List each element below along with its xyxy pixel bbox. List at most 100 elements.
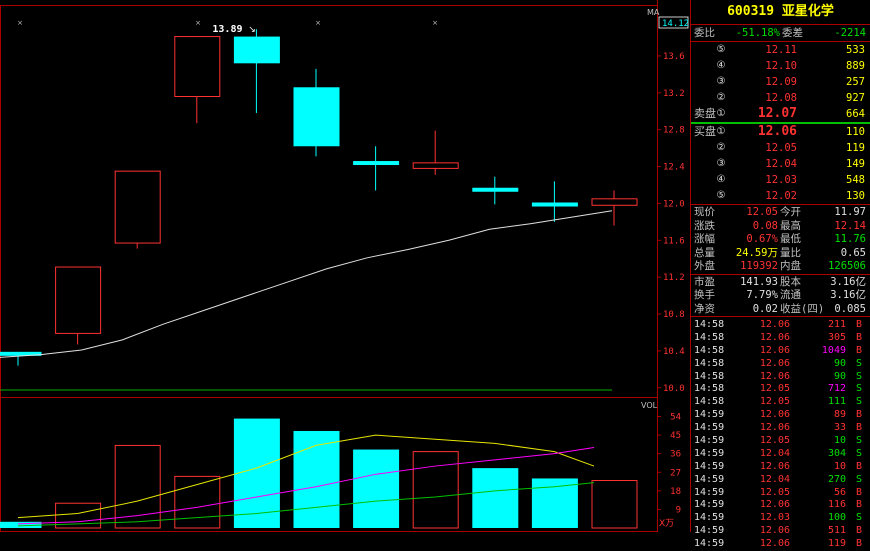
- fundamental-value: 0.02: [752, 302, 778, 315]
- trade-volume: 100: [827, 512, 846, 524]
- trade-side: S: [855, 435, 862, 447]
- trade-row: 14:59 12.06 33 B: [691, 422, 870, 435]
- candle-body: [55, 266, 102, 334]
- quote-label: 外盘: [694, 260, 715, 272]
- period-marker-icon: ×: [315, 19, 321, 27]
- quote-label: 今开: [780, 206, 801, 218]
- fundamentals-box: 市盈 141.93 股本 3.16亿 换手 7.79% 流通 3.16亿 净资 0.02 收益(四)…: [691, 275, 870, 317]
- candle-body: [293, 87, 340, 147]
- trade-volume: 111: [827, 396, 846, 408]
- quote-row: 总量 24.59万 量比 0.65: [691, 247, 870, 261]
- quote-value: 0.65: [840, 246, 866, 259]
- quote-value: 12.14: [834, 219, 866, 232]
- quote-label: 内盘: [780, 260, 801, 272]
- vol-label: VOL: [641, 401, 658, 410]
- buy-level-index: ③: [716, 158, 726, 169]
- volume-bar: [353, 449, 400, 528]
- trade-side: B: [855, 499, 862, 511]
- volume-bar: [531, 478, 578, 528]
- trade-time: 14:58: [694, 383, 725, 395]
- trade-time: 14:58: [694, 370, 725, 382]
- sell-level-index: ③: [716, 76, 726, 87]
- sell-level-row: 卖盘 ① 12.07 664: [691, 106, 870, 122]
- sell-level-index: ⑤: [716, 44, 726, 55]
- fundamental-label: 收益(四): [780, 302, 825, 315]
- sell-volume: 889: [846, 60, 865, 72]
- trade-row: 14:59 12.04 304 S: [691, 448, 870, 461]
- buy-volume: 119: [846, 142, 865, 154]
- candle-body: [114, 170, 161, 244]
- fundamental-label: 净资: [694, 302, 715, 315]
- quote-value: 126506: [828, 260, 866, 272]
- vol-tick-label: 45: [670, 431, 681, 441]
- weibi-row: 委比 -51.18% 委差 -2214: [691, 25, 870, 42]
- price-frame: [0, 5, 658, 398]
- sell-price: 12.08: [765, 92, 797, 104]
- vol-tick-label: 54: [670, 413, 681, 423]
- trade-side: B: [855, 422, 862, 434]
- period-marker-icon: ×: [17, 19, 23, 27]
- fundamental-row: 市盈 141.93 股本 3.16亿: [691, 276, 870, 290]
- volume-bar: [472, 468, 519, 528]
- trade-row: 14:59 12.06 89 B: [691, 409, 870, 422]
- quote-panel: 600319 亚星化学 委比 -51.18% 委差 -2214 ⑤ 12.11 53…: [690, 0, 870, 549]
- trade-price: 12.05: [759, 383, 790, 395]
- sell-side-label: 卖盘: [694, 107, 716, 120]
- period-marker-icon: ×: [195, 19, 201, 27]
- volume-bar: [591, 480, 638, 529]
- quote-label: 涨跌: [694, 219, 715, 232]
- price-tick-label: 12.8: [663, 126, 685, 136]
- sell-price: 12.07: [757, 106, 797, 121]
- trade-row: 14:59 12.05 10 S: [691, 435, 870, 448]
- ma-value: 14.12: [662, 19, 689, 29]
- fundamental-label: 换手: [694, 289, 715, 301]
- fundamental-label: 股本: [780, 275, 801, 288]
- trade-row: 14:58 12.05 111 S: [691, 396, 870, 409]
- trade-row: 14:58 12.06 211 B: [691, 319, 870, 332]
- trade-price: 12.06: [759, 319, 790, 330]
- trade-time: 14:59: [694, 447, 725, 459]
- trade-side: B: [855, 538, 862, 550]
- sell-level-index: ④: [716, 60, 726, 71]
- sell-level-row: ④ 12.10 889: [691, 58, 870, 74]
- quote-label: 量比: [780, 246, 801, 259]
- sell-level-index: ②: [716, 92, 726, 103]
- trade-row: 14:58 12.05 712 S: [691, 383, 870, 396]
- sell-price: 12.11: [765, 44, 797, 56]
- trade-price: 12.04: [759, 473, 790, 485]
- quote-label: 总量: [694, 246, 715, 259]
- buy-volume: 130: [846, 190, 865, 202]
- trade-row: 14:59 12.04 270 S: [691, 474, 870, 487]
- volume-bar: [412, 451, 459, 529]
- trade-volume: 270: [827, 473, 846, 485]
- ma-label: MA: [647, 8, 660, 17]
- trade-time: 14:59: [694, 512, 725, 524]
- buy-price: 12.05: [765, 142, 797, 154]
- trade-ticks[interactable]: 14:58 12.06 211 B 14:58 12.06 305 B 14:58 12.06 10…: [691, 317, 870, 551]
- quote-value: 24.59万: [735, 246, 778, 259]
- trade-volume: 211: [827, 319, 846, 330]
- candle-body: [412, 162, 459, 169]
- kline-chart[interactable]: 13.6 13.2 12.8 12.4 12.0 11.6 11.2 10.8 10.4 10.0…: [0, 0, 690, 532]
- trade-price: 12.06: [759, 409, 790, 421]
- buy-level-index: ②: [716, 142, 726, 153]
- sell-volume: 927: [846, 92, 865, 104]
- quote-label: 现价: [694, 206, 715, 218]
- trade-volume: 56: [833, 486, 846, 498]
- trade-side: S: [855, 512, 862, 524]
- trade-volume: 10: [833, 460, 846, 472]
- fundamental-value: 141.93: [740, 275, 778, 288]
- candle-body: [233, 36, 280, 64]
- trade-price: 12.06: [759, 331, 790, 343]
- sell-book: ⑤ 12.11 533 ④ 12.10 889 ③ 12.09 257 ② 12.08 927 卖盘 ① 1…: [691, 42, 870, 124]
- buy-side-label: 买盘: [694, 125, 716, 138]
- trade-row: 14:59 12.06 116 B: [691, 499, 870, 512]
- buy-level-row: ② 12.05 119: [691, 140, 870, 156]
- candle-body: [353, 161, 400, 166]
- trade-time: 14:58: [694, 396, 725, 408]
- fundamental-row: 净资 0.02 收益(四) 0.085: [691, 303, 870, 317]
- trade-volume: 116: [827, 499, 846, 511]
- vol-unit-label: X万: [659, 519, 674, 529]
- sell-volume: 664: [846, 108, 865, 120]
- quote-row: 涨幅 0.67% 最低 11.76: [691, 233, 870, 247]
